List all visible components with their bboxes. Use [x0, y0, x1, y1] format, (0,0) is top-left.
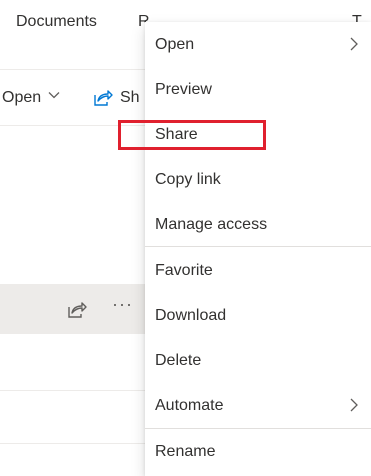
menu-item-label: Favorite	[155, 262, 213, 279]
share-command-button[interactable]: Sh	[92, 88, 140, 108]
menu-item-delete[interactable]: Delete	[145, 339, 371, 383]
menu-item-automate[interactable]: Automate	[145, 384, 371, 428]
chevron-right-icon	[349, 37, 359, 56]
menu-item-manage-access[interactable]: Manage access	[145, 203, 371, 247]
menu-item-preview[interactable]: Preview	[145, 68, 371, 112]
menu-item-label: Download	[155, 307, 227, 324]
share-command-label: Sh	[120, 89, 140, 106]
more-options-icon[interactable]: ···	[112, 294, 133, 315]
share-highlight-box	[118, 120, 266, 150]
menu-item-label: Manage access	[155, 216, 268, 233]
row-share-icon[interactable]	[66, 300, 88, 320]
share-icon	[92, 88, 114, 108]
menu-item-download[interactable]: Download	[145, 294, 371, 338]
chevron-right-icon	[349, 398, 359, 417]
menu-item-label: Rename	[155, 443, 216, 460]
menu-item-open[interactable]: Open	[145, 23, 371, 67]
context-menu: Open Preview Share Copy link Manage acce…	[145, 22, 371, 476]
menu-item-copy-link[interactable]: Copy link	[145, 158, 371, 202]
open-command-button[interactable]: Open	[2, 88, 61, 107]
menu-separator	[145, 246, 371, 247]
menu-item-label: Automate	[155, 397, 224, 414]
chevron-down-icon	[47, 88, 61, 107]
menu-item-favorite[interactable]: Favorite	[145, 249, 371, 293]
menu-item-label: Preview	[155, 81, 212, 98]
menu-separator	[145, 428, 371, 429]
open-command-label: Open	[2, 88, 42, 106]
nav-documents[interactable]: Documents	[16, 13, 97, 31]
menu-item-label: Delete	[155, 352, 202, 369]
menu-item-label: Open	[155, 36, 195, 53]
menu-item-label: Copy link	[155, 171, 221, 188]
menu-item-rename[interactable]: Rename	[145, 430, 371, 474]
